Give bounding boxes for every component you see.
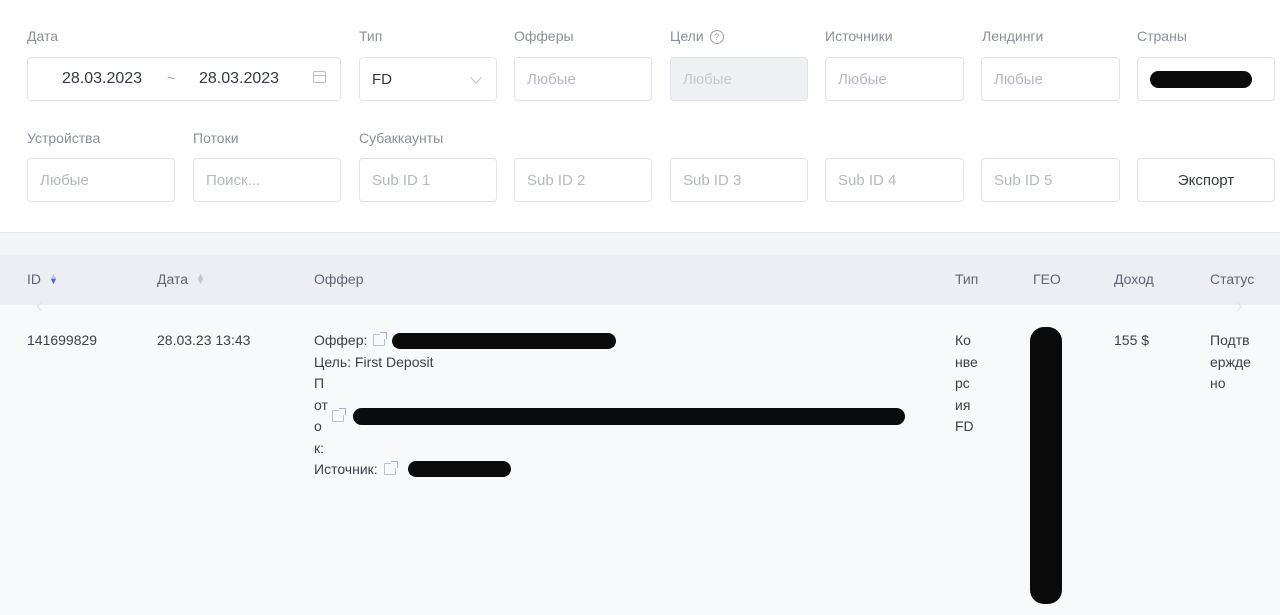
redacted-geo bbox=[1030, 327, 1062, 604]
external-link-icon[interactable] bbox=[332, 408, 346, 422]
row-offer-cell: Оффер: Цель: First Deposit П от о к: Ист… bbox=[314, 330, 934, 481]
landings-label: Лендинги bbox=[982, 28, 1044, 44]
type-label: Тип bbox=[359, 28, 383, 44]
streams-search-input[interactable]: Поиск... bbox=[193, 158, 341, 202]
column-header-status: Статус bbox=[1210, 271, 1255, 287]
date-separator: ~ bbox=[167, 70, 176, 86]
sub-id-5-input[interactable]: Sub ID 5 bbox=[981, 158, 1120, 202]
streams-label: Потоки bbox=[193, 130, 239, 146]
type-select[interactable]: FD bbox=[359, 57, 497, 101]
column-header-income: Доход bbox=[1114, 271, 1154, 287]
sort-icon[interactable]: ▲ ▼ bbox=[196, 272, 205, 286]
sort-icon[interactable]: ▲ ▼ bbox=[49, 272, 58, 286]
table-header: ID ▲ ▼ Дата ▲ ▼ Оффер Тип ГЕО Доход Статус bbox=[0, 255, 1280, 305]
goal-line: Цель: First Deposit bbox=[314, 353, 434, 370]
column-header-id[interactable]: ID ▲ ▼ bbox=[27, 271, 58, 287]
offer-label: Оффер: bbox=[314, 332, 368, 348]
sub-id-2-input[interactable]: Sub ID 2 bbox=[514, 158, 652, 202]
landings-select[interactable]: Любые bbox=[981, 57, 1120, 101]
offers-label: Офферы bbox=[514, 28, 574, 44]
date-range-picker[interactable]: 28.03.2023 ~ 28.03.2023 bbox=[27, 57, 341, 101]
devices-select[interactable]: Любые bbox=[27, 158, 175, 202]
date-to: 28.03.2023 bbox=[199, 70, 280, 87]
goals-select: Любые bbox=[670, 57, 808, 101]
subaccounts-label: Субаккаунты bbox=[359, 130, 444, 146]
sub-id-3-input[interactable]: Sub ID 3 bbox=[670, 158, 808, 202]
scroll-right-icon[interactable]: › bbox=[1236, 295, 1243, 318]
external-link-icon[interactable] bbox=[373, 332, 388, 346]
sources-label: Источники bbox=[825, 28, 893, 44]
type-value: FD bbox=[372, 70, 392, 88]
row-date: 28.03.23 13:43 bbox=[157, 332, 251, 348]
column-header-offer: Оффер bbox=[314, 271, 364, 287]
export-button[interactable]: Экспорт bbox=[1137, 158, 1275, 202]
row-status: Подтв ержде но bbox=[1210, 332, 1251, 391]
source-label: Источник: bbox=[314, 461, 378, 477]
column-header-geo: ГЕО bbox=[1033, 271, 1061, 287]
table-body: ‹ › 141699829 28.03.23 13:43 Оффер: Цель… bbox=[0, 295, 1280, 615]
row-type: Ко нве рс ия FD bbox=[955, 332, 978, 434]
sources-select[interactable]: Любые bbox=[825, 57, 964, 101]
row-id: 141699829 bbox=[27, 332, 98, 348]
goals-label: Цели? bbox=[670, 28, 724, 44]
chevron-down-icon bbox=[470, 72, 482, 84]
redacted-source bbox=[408, 461, 511, 477]
devices-label: Устройства bbox=[27, 130, 101, 146]
scroll-left-icon[interactable]: ‹ bbox=[36, 295, 43, 318]
sub-id-1-input[interactable]: Sub ID 1 bbox=[359, 158, 497, 202]
date-label: Дата bbox=[27, 28, 59, 44]
date-from: 28.03.2023 bbox=[62, 70, 143, 87]
column-header-type: Тип bbox=[955, 271, 979, 287]
redacted-stream bbox=[353, 408, 905, 425]
sub-id-4-input[interactable]: Sub ID 4 bbox=[825, 158, 964, 202]
redacted-offer bbox=[392, 333, 616, 349]
source-line: Источник: bbox=[314, 459, 934, 481]
redacted-countries bbox=[1150, 71, 1252, 88]
filters-panel: Дата Тип Офферы Цели? Источники Лендинги… bbox=[0, 0, 1280, 233]
offers-select[interactable]: Любые bbox=[514, 57, 652, 101]
row-income: 155 $ bbox=[1114, 332, 1150, 348]
countries-label: Страны bbox=[1137, 28, 1187, 44]
help-icon[interactable]: ? bbox=[709, 30, 724, 44]
external-link-icon[interactable] bbox=[383, 461, 398, 475]
column-header-date[interactable]: Дата ▲ ▼ bbox=[157, 271, 205, 287]
calendar-icon[interactable] bbox=[313, 71, 326, 83]
countries-select[interactable] bbox=[1137, 57, 1275, 101]
